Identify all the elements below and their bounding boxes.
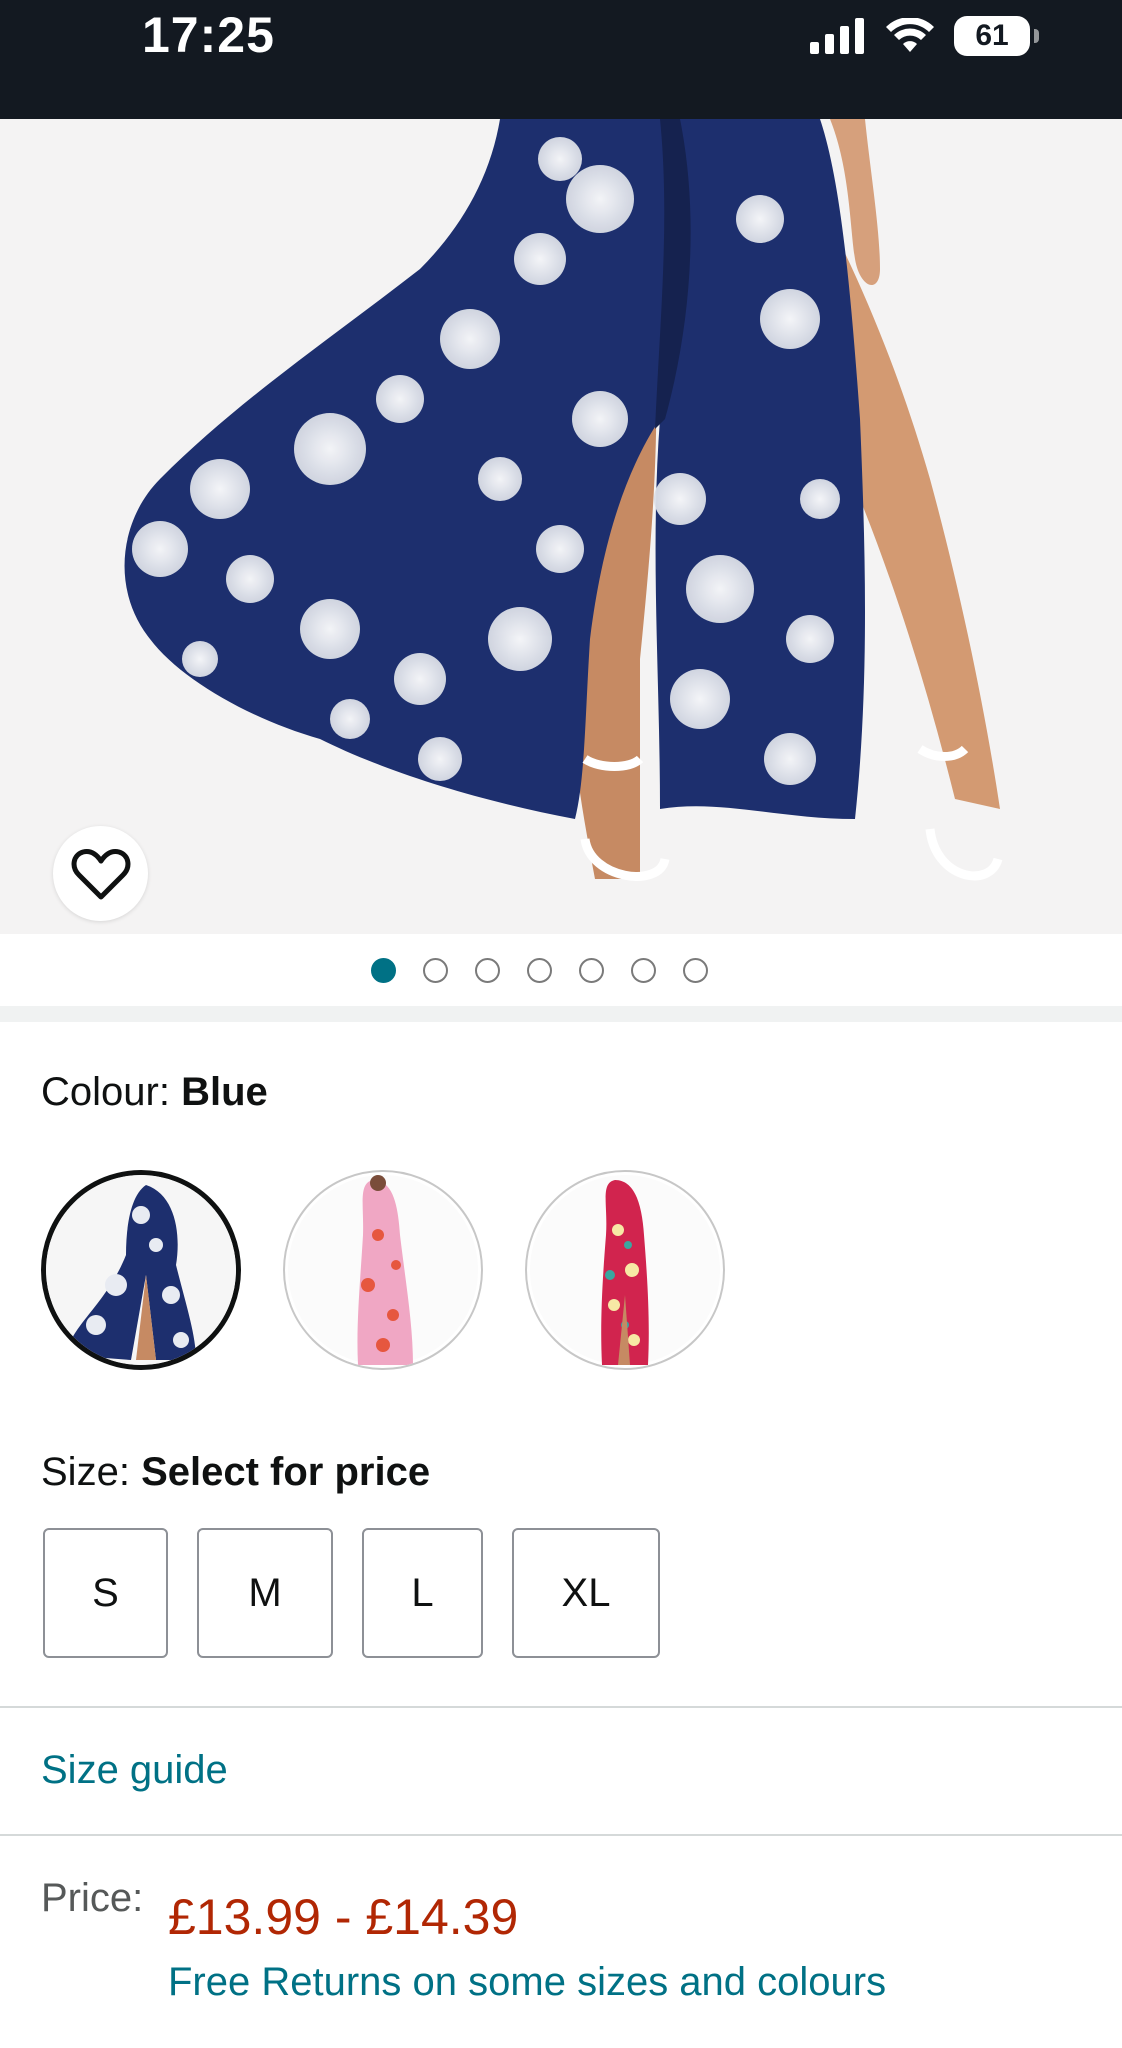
heart-icon bbox=[71, 848, 130, 899]
carousel-dots bbox=[0, 934, 1122, 1006]
size-selector-label: Size: Select for price bbox=[41, 1450, 430, 1495]
product-image[interactable] bbox=[0, 119, 1122, 934]
size-label: Size: bbox=[41, 1450, 130, 1494]
wifi-icon bbox=[886, 18, 934, 52]
swatch-image-blue bbox=[46, 1175, 236, 1365]
size-guide-link[interactable]: Size guide bbox=[41, 1748, 228, 1793]
colour-selector-label: Colour: Blue bbox=[41, 1070, 268, 1115]
carousel-dot-1[interactable] bbox=[370, 957, 396, 983]
price-value: £13.99 - £14.39 bbox=[168, 1889, 519, 1945]
colour-value: Blue bbox=[181, 1070, 268, 1114]
swatch-blue-floral[interactable] bbox=[41, 1170, 241, 1370]
price-label: Price: bbox=[41, 1876, 144, 1920]
divider bbox=[0, 1706, 1122, 1708]
colour-label: Colour: bbox=[41, 1070, 170, 1114]
status-time: 17:25 bbox=[142, 7, 275, 63]
size-button-m[interactable]: M bbox=[197, 1528, 333, 1658]
carousel-dot-7[interactable] bbox=[682, 957, 708, 983]
carousel-dot-4[interactable] bbox=[526, 957, 552, 983]
size-value: Select for price bbox=[141, 1450, 431, 1494]
swatch-image-red bbox=[530, 1175, 720, 1365]
swatch-image-pink bbox=[288, 1175, 478, 1365]
signal-icon bbox=[810, 18, 864, 54]
size-button-l[interactable]: L bbox=[362, 1528, 483, 1658]
swatch-pink-floral[interactable] bbox=[283, 1170, 483, 1370]
size-button-s[interactable]: S bbox=[43, 1528, 168, 1658]
swatch-red-floral[interactable] bbox=[525, 1170, 725, 1370]
product-photo-dress bbox=[124, 119, 1003, 881]
divider bbox=[0, 1834, 1122, 1836]
wishlist-button[interactable] bbox=[53, 826, 148, 921]
free-returns-link[interactable]: Free Returns on some sizes and colours bbox=[168, 1960, 886, 2005]
status-icons: 61 bbox=[810, 14, 1039, 58]
carousel-dot-2[interactable] bbox=[422, 957, 448, 983]
carousel-dot-6[interactable] bbox=[630, 957, 656, 983]
colour-swatches bbox=[41, 1170, 725, 1370]
size-button-xl[interactable]: XL bbox=[512, 1528, 660, 1658]
size-options: S M L XL bbox=[43, 1528, 660, 1658]
status-bar: 17:25 61 bbox=[0, 0, 1122, 119]
section-divider bbox=[0, 1006, 1122, 1022]
battery-icon: 61 bbox=[954, 16, 1039, 56]
carousel-dot-5[interactable] bbox=[578, 957, 604, 983]
carousel-dot-3[interactable] bbox=[474, 957, 500, 983]
